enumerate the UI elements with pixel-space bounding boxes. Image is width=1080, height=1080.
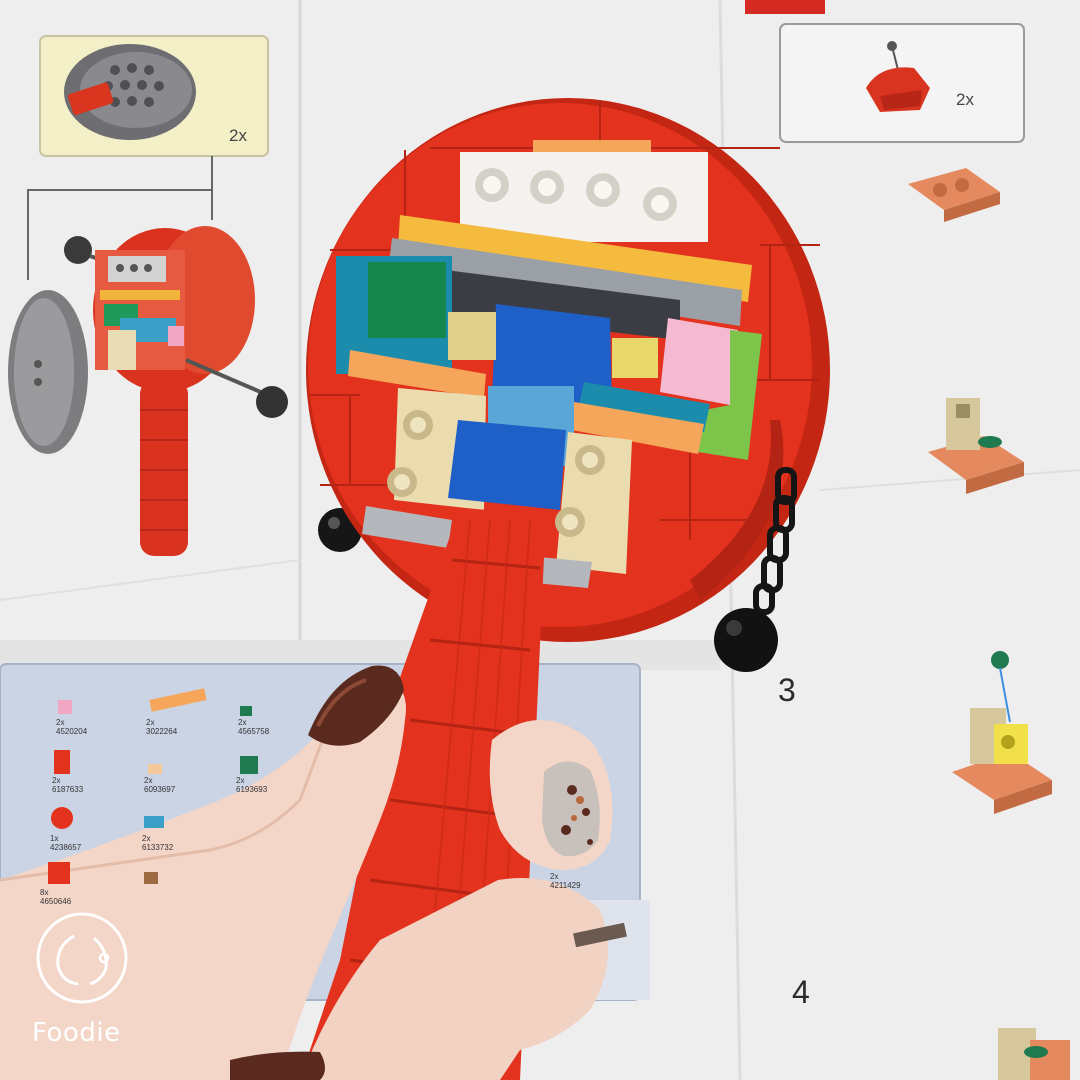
step-number-3: 3	[778, 672, 796, 708]
foodie-watermark-label: Foodie	[32, 1018, 121, 1048]
subassembly-box-right	[779, 23, 1025, 143]
step-number-4: 4	[792, 974, 810, 1010]
subassembly-left-multiplier: 2x	[229, 126, 247, 145]
red-corner-piece	[745, 0, 825, 14]
subassembly-right-multiplier: 2x	[956, 90, 974, 109]
black-ball	[714, 608, 778, 672]
lego-rattle	[306, 98, 830, 642]
photo-scene	[0, 0, 1080, 1080]
